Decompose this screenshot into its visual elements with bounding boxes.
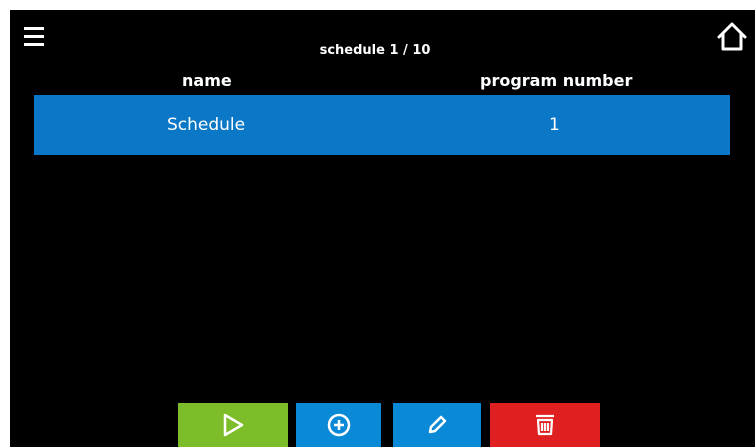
play-icon: [223, 413, 244, 437]
column-header-name: name: [182, 71, 232, 90]
edit-button[interactable]: [393, 403, 481, 447]
add-button[interactable]: [296, 403, 381, 447]
edit-pencil-icon: [428, 415, 447, 434]
row-name-cell: Schedule: [167, 115, 246, 135]
start-button[interactable]: [178, 403, 288, 447]
delete-trash-icon: [536, 414, 554, 436]
screen: schedule 1 / 10 name program number Sche…: [10, 10, 755, 447]
row-program-number-cell: 1: [549, 115, 560, 135]
add-circle-icon: [327, 413, 350, 437]
table-row[interactable]: Schedule 1: [34, 95, 730, 155]
page-title: schedule 1 / 10: [319, 43, 431, 58]
home-icon[interactable]: [715, 20, 749, 52]
delete-button[interactable]: [490, 403, 600, 447]
column-header-program-number: program number: [480, 71, 633, 90]
